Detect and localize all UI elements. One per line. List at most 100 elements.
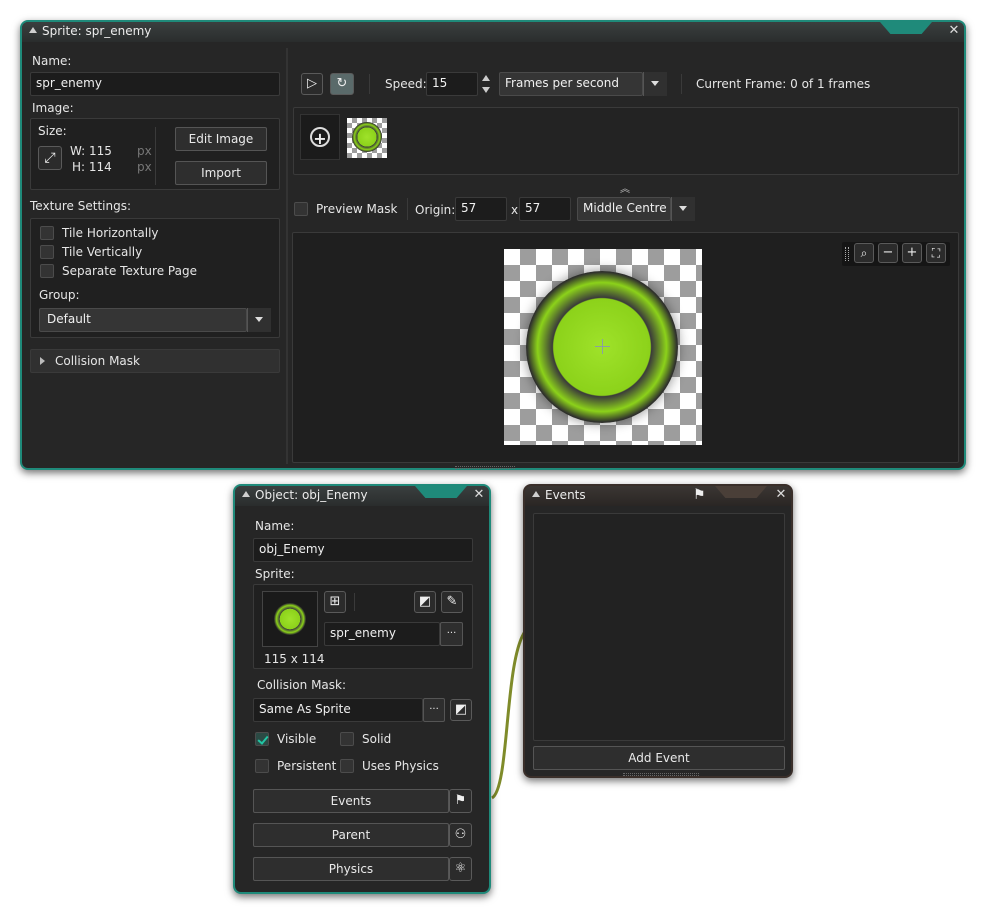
object-window-title: Object: obj_Enemy (255, 488, 368, 502)
collision-mask-field[interactable]: Same As Sprite (253, 698, 423, 722)
edit-image-button[interactable]: Edit Image (175, 127, 267, 151)
origin-preset-arrow[interactable] (671, 197, 695, 221)
sprite-thumbnail[interactable] (262, 591, 318, 647)
stepper-down-icon[interactable] (482, 87, 490, 93)
zoom-toolbar: ⌕ − + ⛶ (842, 242, 950, 266)
object-name-field[interactable]: obj_Enemy (253, 538, 473, 562)
persistent-checkbox[interactable] (255, 759, 269, 773)
uses-physics-checkbox[interactable] (340, 759, 354, 773)
collapse-icon[interactable] (29, 27, 37, 33)
resize-grip[interactable] (623, 773, 699, 776)
collapse-icon[interactable] (242, 491, 250, 497)
speed-mode-dropdown[interactable]: Frames per second (499, 72, 643, 96)
zoom-out-icon[interactable]: − (878, 243, 898, 263)
solid-checkbox[interactable] (340, 732, 354, 746)
new-sprite-icon[interactable]: ⊞ (324, 591, 346, 613)
collision-mask-label: Collision Mask (55, 354, 140, 368)
origin-crosshair-icon-v (602, 339, 603, 354)
group-dropdown-arrow[interactable] (247, 308, 271, 332)
events-titlebar[interactable]: Events ⚑ ✕ (525, 486, 791, 506)
enemy-sprite-thumb (274, 603, 306, 635)
import-button[interactable]: Import (175, 161, 267, 185)
zoom-reset-icon[interactable]: ⌕ (854, 243, 874, 263)
visible-checkbox[interactable] (255, 732, 269, 746)
separate-texture-page-checkbox[interactable] (40, 264, 54, 278)
resize-grip[interactable] (455, 466, 515, 469)
name-label: Name: (32, 54, 72, 68)
toolbar-divider-1 (369, 74, 370, 94)
events-window: Events ⚑ ✕ Add Event (523, 484, 793, 778)
physics-atom-icon[interactable]: ⚛ (449, 857, 472, 881)
play-button[interactable]: ▷ (301, 73, 323, 95)
close-icon[interactable]: ✕ (472, 487, 486, 502)
stepper-up-icon[interactable] (482, 75, 490, 81)
sprite-canvas[interactable]: ⌕ − + ⛶ (292, 232, 959, 463)
events-list[interactable] (533, 513, 785, 741)
frame-thumbnail[interactable] (347, 118, 387, 158)
paint-brush-icon[interactable]: ✎ (441, 591, 463, 613)
sprite-preview (504, 249, 702, 445)
speed-mode-arrow[interactable] (643, 72, 667, 96)
origin-label: Origin: (415, 203, 456, 217)
sprite-size-text: 115 x 114 (264, 652, 325, 666)
image-size-panel: Size: ⤢ W: 115 H: 114 px px Edit Image I… (30, 118, 280, 190)
toolbar-divider-2 (681, 74, 682, 94)
collision-mask-section[interactable]: Collision Mask (30, 349, 280, 373)
tile-vertically-checkbox[interactable] (40, 245, 54, 259)
tile-vertically-label: Tile Vertically (62, 245, 143, 259)
close-icon[interactable]: ✕ (774, 487, 788, 502)
window-tab-notch (880, 22, 932, 34)
object-window: Object: obj_Enemy ✕ Name: obj_Enemy Spri… (233, 484, 491, 894)
parent-hierarchy-icon[interactable]: ⚇ (449, 823, 472, 847)
group-label: Group: (39, 288, 80, 302)
add-event-button[interactable]: Add Event (533, 746, 785, 770)
close-icon[interactable]: ✕ (947, 23, 961, 38)
origin-separator: x (511, 203, 519, 217)
speed-stepper[interactable] (480, 72, 492, 96)
object-titlebar[interactable]: Object: obj_Enemy ✕ (235, 486, 489, 506)
tile-horizontally-label: Tile Horizontally (62, 226, 159, 240)
origin-divider (407, 198, 408, 220)
size-divider (155, 127, 156, 185)
group-dropdown[interactable]: Default (39, 308, 247, 332)
enemy-sprite-thumb (352, 122, 382, 152)
resize-icon[interactable]: ⤢ (38, 146, 62, 170)
events-button[interactable]: Events (253, 789, 449, 813)
speed-input[interactable]: 15 (426, 72, 478, 96)
sprite-name-field[interactable]: spr_enemy (30, 72, 280, 96)
width-unit: px (137, 144, 152, 158)
edit-sprite-icon[interactable]: ◩ (414, 591, 436, 613)
add-frame-button[interactable]: + (300, 114, 340, 160)
preview-mask-label: Preview Mask (316, 202, 398, 216)
sprite-panel: 115 x 114 ⊞ ◩ ✎ spr_enemy ··· (253, 584, 473, 669)
column-divider (286, 48, 288, 464)
sprite-panel-divider (354, 593, 355, 611)
sprite-browse-button[interactable]: ··· (440, 622, 463, 646)
window-tab-notch (415, 486, 467, 498)
separate-texture-page-label: Separate Texture Page (62, 264, 197, 278)
texture-settings-panel: Tile Horizontally Tile Vertically Separa… (30, 218, 280, 338)
origin-x-input[interactable]: 57 (455, 197, 507, 221)
persistent-label: Persistent (277, 759, 337, 773)
parent-button[interactable]: Parent (253, 823, 449, 847)
loop-button[interactable]: ↻ (330, 73, 354, 95)
frames-strip: + (293, 107, 959, 175)
height-value: H: 114 (72, 160, 112, 174)
zoom-in-icon[interactable]: + (902, 243, 922, 263)
flag-icon[interactable]: ⚑ (449, 789, 472, 813)
image-label: Image: (32, 101, 74, 115)
grip-icon[interactable] (845, 247, 849, 261)
sprite-select-field[interactable]: spr_enemy (324, 622, 440, 646)
sprite-window-title: Sprite: spr_enemy (42, 24, 152, 38)
physics-button[interactable]: Physics (253, 857, 449, 881)
collapse-chevron-icon[interactable]: ︽ (620, 180, 630, 195)
origin-preset-dropdown[interactable]: Middle Centre (577, 197, 671, 221)
edit-mask-icon[interactable]: ◩ (450, 699, 472, 721)
tile-horizontally-checkbox[interactable] (40, 226, 54, 240)
sprite-titlebar[interactable]: Sprite: spr_enemy ✕ (22, 22, 964, 42)
origin-y-input[interactable]: 57 (519, 197, 571, 221)
preview-mask-checkbox[interactable] (294, 202, 308, 216)
collapse-icon[interactable] (532, 491, 540, 497)
collision-mask-browse-button[interactable]: ··· (423, 698, 445, 722)
fullscreen-icon[interactable]: ⛶ (926, 243, 946, 263)
